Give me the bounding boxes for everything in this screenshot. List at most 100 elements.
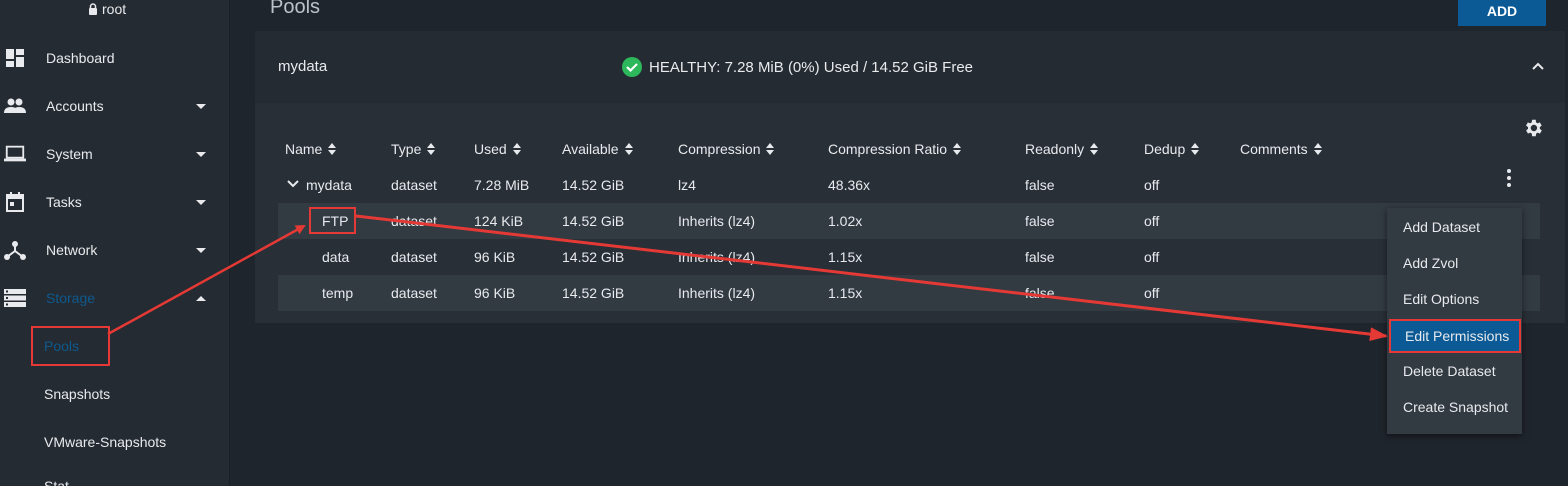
chevron-up-icon[interactable] bbox=[1531, 61, 1545, 71]
cell-available: 14.52 GiB bbox=[562, 177, 625, 193]
sidebar-item-label: System bbox=[46, 146, 93, 162]
sidebar-item-accounts[interactable]: Accounts bbox=[0, 82, 230, 130]
caret-down-icon bbox=[196, 103, 206, 109]
caret-up-icon bbox=[196, 295, 206, 301]
sort-icon bbox=[427, 143, 436, 155]
sort-icon bbox=[766, 143, 775, 155]
sort-icon bbox=[953, 143, 962, 155]
caret-down-icon bbox=[196, 199, 206, 205]
cell-dedup: off bbox=[1144, 249, 1160, 265]
cell-available: 14.52 GiB bbox=[562, 249, 625, 265]
menu-item-edit-options[interactable]: Edit Options bbox=[1387, 281, 1522, 317]
page-title: Pools bbox=[270, 0, 321, 18]
cell-name: data bbox=[322, 249, 350, 265]
column-header-comments[interactable]: Comments bbox=[1240, 141, 1322, 157]
column-header-name[interactable]: Name bbox=[285, 141, 337, 157]
menu-item-create-snapshot[interactable]: Create Snapshot bbox=[1387, 389, 1522, 425]
cell-ratio: 1.15x bbox=[828, 285, 863, 301]
laptop-icon bbox=[4, 143, 26, 165]
cell-available: 14.52 GiB bbox=[562, 285, 625, 301]
dashboard-icon bbox=[4, 47, 26, 69]
sidebar-item-tasks[interactable]: Tasks bbox=[0, 178, 230, 226]
calendar-icon bbox=[4, 191, 26, 213]
column-header-readonly[interactable]: Readonly bbox=[1025, 141, 1099, 157]
sidebar-item-dashboard[interactable]: Dashboard bbox=[0, 34, 230, 82]
sort-icon bbox=[328, 143, 337, 155]
column-header-dedup[interactable]: Dedup bbox=[1144, 141, 1200, 157]
gear-icon[interactable] bbox=[1522, 117, 1544, 139]
caret-down-icon bbox=[196, 247, 206, 253]
cell-type: dataset bbox=[391, 213, 437, 229]
sidebar-item-system[interactable]: System bbox=[0, 130, 230, 178]
cell-name: temp bbox=[322, 285, 354, 301]
check-circle-icon bbox=[622, 57, 642, 77]
sort-icon bbox=[1090, 143, 1099, 155]
column-header-compression[interactable]: Compression bbox=[678, 141, 775, 157]
sidebar-subitem-vmware-snapshots[interactable]: VMware-Snapshots bbox=[44, 434, 166, 450]
table-row[interactable]: FTP dataset 124 KiB 14.52 GiB Inherits (… bbox=[278, 203, 1540, 239]
cell-dedup: off bbox=[1144, 177, 1160, 193]
add-button[interactable]: ADD bbox=[1458, 0, 1546, 26]
cell-readonly: false bbox=[1025, 213, 1055, 229]
cell-dedup: off bbox=[1144, 285, 1160, 301]
menu-item-edit-permissions[interactable]: Edit Permissions bbox=[1389, 319, 1521, 353]
sort-icon bbox=[512, 143, 521, 155]
cell-dedup: off bbox=[1144, 213, 1160, 229]
chevron-down-icon[interactable] bbox=[287, 180, 299, 188]
sidebar: root Dashboard Accounts System Tasks Net… bbox=[0, 0, 230, 486]
storage-icon bbox=[4, 287, 26, 309]
sidebar-subitem-partial[interactable]: Stat bbox=[44, 478, 84, 486]
cell-ratio: 1.02x bbox=[828, 213, 863, 229]
cell-type: dataset bbox=[391, 249, 437, 265]
column-header-type[interactable]: Type bbox=[391, 141, 436, 157]
sort-icon bbox=[1313, 143, 1322, 155]
user-name: root bbox=[102, 1, 127, 17]
cell-type: dataset bbox=[391, 285, 437, 301]
table-row[interactable]: temp dataset 96 KiB 14.52 GiB Inherits (… bbox=[278, 275, 1540, 311]
menu-item-add-zvol[interactable]: Add Zvol bbox=[1387, 245, 1522, 281]
column-header-available[interactable]: Available bbox=[562, 141, 633, 157]
dataset-actions-menu: Add Dataset Add Zvol Edit Options Edit P… bbox=[1387, 208, 1522, 434]
sidebar-item-label: Dashboard bbox=[46, 50, 115, 66]
cell-compression: Inherits (lz4) bbox=[678, 285, 756, 301]
user-label[interactable]: root bbox=[88, 1, 126, 17]
cell-type: dataset bbox=[391, 177, 437, 193]
cell-readonly: false bbox=[1025, 249, 1055, 265]
caret-down-icon bbox=[196, 151, 206, 157]
cell-ratio: 48.36x bbox=[828, 177, 871, 193]
sidebar-subitem-snapshots[interactable]: Snapshots bbox=[44, 386, 110, 402]
cell-available: 14.52 GiB bbox=[562, 213, 625, 229]
pool-header[interactable]: mydata HEALTHY: 7.28 MiB (0%) Used / 14.… bbox=[255, 31, 1565, 103]
sidebar-item-label: Accounts bbox=[46, 98, 104, 114]
table-row[interactable]: mydata dataset 7.28 MiB 14.52 GiB lz4 48… bbox=[278, 167, 1540, 203]
annotation-box-ftp bbox=[309, 207, 356, 234]
sidebar-item-storage[interactable]: Storage bbox=[0, 274, 230, 322]
pool-card: mydata HEALTHY: 7.28 MiB (0%) Used / 14.… bbox=[255, 31, 1565, 323]
pool-name: mydata bbox=[278, 58, 328, 75]
table-row[interactable]: data dataset 96 KiB 14.52 GiB Inherits (… bbox=[278, 239, 1540, 275]
cell-used: 96 KiB bbox=[474, 285, 516, 301]
sidebar-item-label: Storage bbox=[46, 290, 96, 306]
menu-item-delete-dataset[interactable]: Delete Dataset bbox=[1387, 353, 1522, 389]
pool-status: HEALTHY: 7.28 MiB (0%) Used / 14.52 GiB … bbox=[622, 57, 973, 77]
cell-used: 124 KiB bbox=[474, 213, 524, 229]
network-icon bbox=[4, 239, 26, 261]
people-icon bbox=[4, 95, 26, 117]
cell-compression: Inherits (lz4) bbox=[678, 213, 756, 229]
cell-readonly: false bbox=[1025, 177, 1055, 193]
cell-used: 96 KiB bbox=[474, 249, 516, 265]
lock-icon bbox=[89, 3, 97, 15]
column-header-compression-ratio[interactable]: Compression Ratio bbox=[828, 141, 962, 157]
sidebar-item-label: Tasks bbox=[46, 194, 82, 210]
menu-item-add-dataset[interactable]: Add Dataset bbox=[1387, 209, 1522, 245]
sort-icon bbox=[624, 143, 633, 155]
column-header-used[interactable]: Used bbox=[474, 141, 521, 157]
sort-icon bbox=[1191, 143, 1200, 155]
cell-ratio: 1.15x bbox=[828, 249, 863, 265]
annotation-box-pools bbox=[31, 326, 110, 366]
sidebar-item-network[interactable]: Network bbox=[0, 226, 230, 274]
pool-status-text: HEALTHY: 7.28 MiB (0%) Used / 14.52 GiB … bbox=[649, 58, 974, 76]
sidebar-item-label: Network bbox=[46, 242, 98, 258]
cell-name: mydata bbox=[306, 177, 352, 193]
cell-compression: lz4 bbox=[678, 177, 696, 193]
